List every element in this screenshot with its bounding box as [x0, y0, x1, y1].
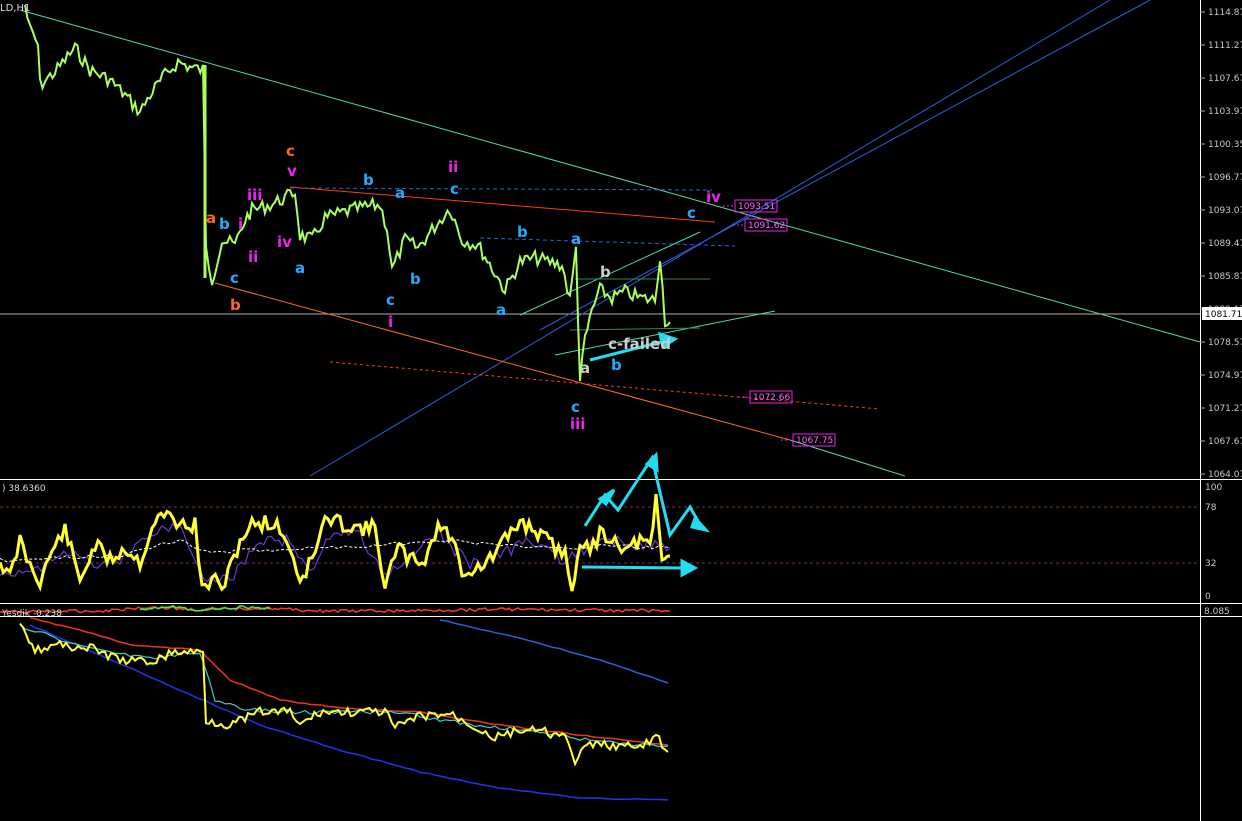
- price-tick-label: 1071.27: [1208, 404, 1242, 414]
- wave-label: i: [238, 215, 243, 233]
- cyan-arrow-rsi-upper: [583, 451, 711, 539]
- price-tick-label: 1089.47: [1208, 239, 1242, 249]
- price-tick-label: 1074.97: [1208, 371, 1242, 381]
- wave-label: a: [571, 230, 581, 248]
- rsi-tick-label: 32: [1205, 559, 1216, 569]
- wave-label: v: [287, 162, 297, 180]
- blue-channel-upper: [539, 0, 1151, 331]
- price-tick-label: 1067.67: [1208, 437, 1242, 447]
- wave-label: b: [600, 263, 611, 281]
- rsi-tick-label: 100: [1205, 483, 1222, 493]
- price-tick-label: 1111.27: [1208, 41, 1242, 51]
- wave-label: i: [388, 313, 393, 331]
- price-box-text: 1093.51: [738, 202, 775, 212]
- small-indicator-panel: 8.085: [0, 604, 1230, 617]
- rsi-tick-label: 0: [1205, 592, 1211, 602]
- wave-label: c: [386, 291, 395, 309]
- rsi-tick-label: 78: [1205, 503, 1217, 513]
- price-tick-label: 1064.07: [1208, 470, 1242, 480]
- wave-label: a: [580, 359, 590, 377]
- wave-label: iv: [277, 233, 292, 251]
- lower-blue-upper-line: [439, 619, 669, 684]
- wave-label: iv: [706, 188, 721, 206]
- mini-axis-label: 8.085: [1204, 607, 1230, 617]
- price-box-text: 1067.75: [796, 436, 833, 446]
- price-tick-label: 1100.35: [1208, 140, 1242, 150]
- rsi-panel: ) 38.6360: [0, 451, 1200, 592]
- wave-label: iii: [247, 186, 262, 204]
- wave-label: c-failed: [608, 335, 671, 353]
- window-title: LD,H1: [0, 3, 30, 14]
- price-tick-label: 1096.77: [1208, 173, 1242, 183]
- wave-label: b: [363, 171, 374, 189]
- price-tick-label: 1085.87: [1208, 272, 1242, 282]
- wave-label: ii: [248, 248, 258, 266]
- price-box-text: 1072.66: [753, 393, 790, 403]
- wave-label: c: [571, 398, 580, 416]
- blue-channel-lower: [309, 0, 1111, 477]
- dashed-blue-top: [289, 187, 713, 191]
- price-box-1067: 1067.75: [781, 433, 836, 447]
- rsi-line: [0, 493, 671, 592]
- wave-label: b: [219, 215, 230, 233]
- price-boxes: 1093.51 1091.62 1072.66 1067.75: [723, 199, 836, 447]
- price-box-text: 1091.62: [748, 221, 785, 231]
- wave-label: c: [230, 269, 239, 287]
- trend-lines: [19, 0, 1201, 477]
- rsi-axis: 100 78 32 0: [1205, 483, 1222, 602]
- price-tick-label: 1078.57: [1208, 338, 1242, 348]
- wave-label: b: [410, 270, 421, 288]
- rsi-label: ) 38.6360: [2, 484, 46, 494]
- lower-panel: Yesdik -0.238: [1, 609, 669, 801]
- price-series-line: [24, 4, 671, 382]
- price-tick-label: 1103.97: [1208, 107, 1242, 117]
- price-box-1072: 1072.66: [738, 390, 793, 404]
- chart-canvas: 1114.87 1111.27 1107.67 1103.97 1100.35 1096.…: [0, 0, 1242, 821]
- wave-label: a: [206, 209, 216, 227]
- wave-label: a: [496, 301, 506, 319]
- wave-label: c: [450, 180, 459, 198]
- wave-label: c: [286, 142, 295, 160]
- panel-frames: [0, 0, 1242, 821]
- lower-yellow-line: [19, 623, 669, 767]
- wave-label: b: [517, 223, 528, 241]
- wave-label: b: [230, 296, 241, 314]
- price-tick-label: 1093.07: [1208, 206, 1242, 216]
- price-tick-label: 1107.67: [1208, 74, 1242, 84]
- dashed-red-line: [329, 361, 881, 410]
- price-tick-label: 1114.87: [1208, 8, 1242, 18]
- wave-label: a: [395, 184, 405, 202]
- wave-label: a: [295, 259, 305, 277]
- lower-red-line: [29, 617, 669, 746]
- wave-label: iii: [570, 415, 585, 433]
- wave-label: c: [687, 204, 696, 222]
- price-axis: 1114.87 1111.27 1107.67 1103.97 1100.35 1096.…: [1200, 8, 1242, 480]
- wave-label: ii: [448, 158, 458, 176]
- current-price-value: 1081.71: [1205, 310, 1242, 320]
- wave-label: b: [611, 356, 622, 374]
